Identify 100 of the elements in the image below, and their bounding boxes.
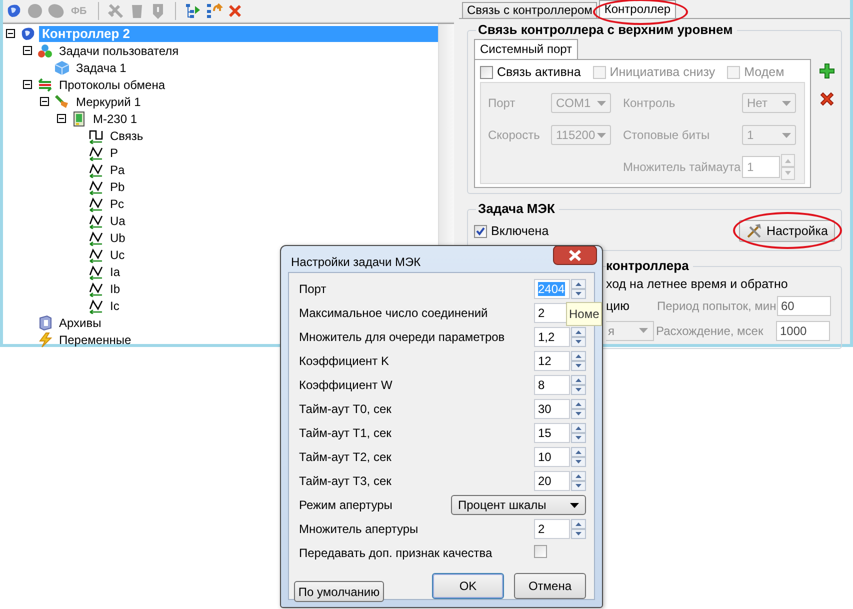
tree-undo-icon[interactable] [204,2,223,20]
tree-item[interactable]: Задачи пользователя [56,42,182,58]
spin-field[interactable]: 15 [534,423,570,443]
spin-field[interactable]: 10 [534,447,570,467]
option-label: цию [606,298,631,312]
tree-item[interactable]: Связь [107,128,146,144]
tree-item[interactable]: Задача 1 [73,60,130,76]
spin-field[interactable]: 20 [534,471,570,491]
tree-item[interactable]: Ib [107,280,124,296]
cube-icon [54,60,70,76]
tree-item[interactable]: Переменные [56,332,134,348]
spinner-icon[interactable] [571,279,586,299]
field-label: Множитель для очереди параметров [299,330,505,344]
spinner-icon[interactable] [571,423,586,443]
square-wave-icon [88,128,104,144]
field-label: Стоповые биты [623,128,711,142]
tree-item[interactable]: Uc [107,246,128,262]
wave-icon [88,178,104,194]
tree-item[interactable]: Ua [107,212,128,228]
field-label: Тайм-аут T3, сек [299,474,392,488]
field-label: Контроль [623,96,676,110]
wave-icon [88,264,104,280]
tools-icon [746,223,762,239]
input-field[interactable]: 1000 [776,320,830,340]
wave-icon [88,280,104,296]
spinner-icon[interactable] [571,471,586,491]
spinner-icon[interactable] [571,327,586,347]
dialog-button[interactable]: По умолчанию [294,581,384,602]
wave-icon [88,162,104,178]
spinner-icon[interactable] [571,519,586,539]
meter-icon [71,110,87,126]
spinner-icon[interactable] [571,447,586,467]
spin-field[interactable]: 30 [534,399,570,419]
dialog-button[interactable]: Отмена [514,573,586,599]
group-title: Задача МЭК [476,201,559,217]
checkbox[interactable] [474,224,487,238]
field-label: Тайм-аут T2, сек [299,450,392,464]
checkbox-label: ход на летнее время и обратно [606,277,789,291]
spin-field[interactable]: 12 [534,351,570,371]
tree-icon[interactable] [184,2,202,20]
input-field[interactable]: 60 [777,296,831,316]
field-label: Режим апертуры [299,498,392,512]
field-label: Расхождение, мсек [656,324,764,338]
tab[interactable]: Системный порт [474,39,578,59]
tree-expander[interactable] [57,114,66,123]
tree-item[interactable]: Pa [107,162,128,178]
dialog-button[interactable]: OK [432,573,504,599]
spin-field[interactable]: 8 [534,375,570,395]
caret-icon [782,100,791,106]
field-label: Тайм-аут T0, сек [299,402,392,416]
tree-expander[interactable] [23,46,32,55]
cabinet-icon [37,314,53,330]
spinner-icon[interactable] [571,375,586,395]
arrows-icon [37,76,53,92]
wave-icon [88,298,104,314]
delete-icon[interactable] [819,91,835,107]
tree-item[interactable]: Pc [107,196,128,212]
tree-expander[interactable] [40,97,49,106]
wave-icon [88,196,104,212]
tab[interactable]: Контроллер [599,0,676,18]
tree-item[interactable]: Ic [107,298,122,314]
checkbox-label: Включена [491,224,549,238]
tooltip: Номе [566,302,602,326]
spinner-icon[interactable] [571,399,586,419]
tab[interactable]: Связь с контроллером [462,2,598,18]
device-icon [20,26,36,42]
tree-item[interactable]: Протоколы обмена [56,76,168,92]
tree-item[interactable]: М-230 1 [90,110,140,126]
spinner-icon[interactable] [571,351,586,371]
close-button[interactable] [553,246,597,265]
tree-item[interactable]: Меркурий 1 [73,94,144,110]
tree-item[interactable]: Архивы [56,314,104,330]
dropdown[interactable]: Процент шкалы [451,495,586,515]
spin-field[interactable]: 1,2 [534,327,570,347]
tree-expander[interactable] [6,29,15,38]
caret-icon [570,502,579,508]
checkbox[interactable] [480,66,493,78]
field-label: Передавать доп. признак качества [299,546,492,560]
checkbox-label: Модем [744,65,784,79]
dialog-title: Настройки задачи МЭК [291,255,421,269]
wave-icon [88,144,104,160]
caret-icon [597,100,606,106]
caret-icon [597,132,606,138]
balls-icon [37,42,53,58]
field-label: Тайм-аут T1, сек [299,426,392,440]
checkbox-label: Инициатива снизу [610,65,716,79]
add-icon[interactable] [819,63,835,79]
device-icon[interactable] [5,2,23,20]
plug-icon [54,94,70,110]
field-label: Коэффициент K [299,354,389,368]
tree-item[interactable]: Pb [107,178,128,194]
spin-field[interactable]: 2 [534,519,570,539]
tree-item[interactable]: P [107,144,122,160]
group-title: Связь контроллера с верхним уровнем [476,22,737,38]
settings-button[interactable]: Настройка [739,220,835,242]
tree-expander[interactable] [23,80,32,89]
tree-item[interactable]: Ub [107,230,128,246]
tree-item[interactable]: Ia [107,264,124,280]
checkbox[interactable] [534,545,547,558]
field-label: Порт [488,96,516,110]
